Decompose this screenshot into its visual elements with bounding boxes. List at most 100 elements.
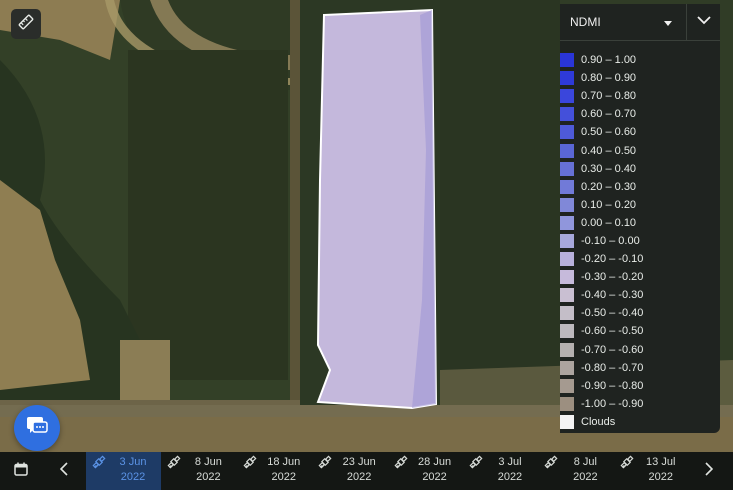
date-year: 2022 (120, 471, 146, 483)
legend-label: -0.10 – 0.00 (581, 234, 640, 247)
legend-swatch (560, 71, 574, 86)
legend-swatch (560, 215, 574, 230)
timeline-date-2[interactable]: 18 Jun 2022 (237, 452, 312, 490)
date-year: 2022 (196, 471, 221, 483)
legend-label: 0.40 – 0.50 (581, 144, 637, 157)
legend-swatch (560, 179, 574, 194)
date-timeline: 3 Jun 2022 8 Jun 2022 18 Jun 2022 23 Jun 2022 28… (0, 452, 733, 490)
legend-label: 0.10 – 0.20 (581, 198, 637, 211)
legend-swatch (560, 288, 574, 303)
legend-swatch (560, 414, 574, 429)
date-day-month: 8 Jul (573, 456, 597, 468)
legend-row: 0.00 – 0.10 (560, 214, 720, 232)
date-day-month: 3 Jul (498, 456, 522, 468)
date-day-month: 23 Jun (342, 456, 376, 468)
legend-label: 0.00 – 0.10 (581, 216, 637, 229)
legend-row: -0.40 – -0.30 (560, 286, 720, 304)
legend-collapse-button[interactable] (686, 4, 720, 40)
legend-label: -0.50 – -0.40 (581, 307, 644, 320)
date-day-month: 13 Jul (646, 456, 676, 468)
timeline-date-label: 3 Jun 2022 (108, 455, 158, 485)
legend-row: -1.00 – -0.90 (560, 395, 720, 413)
legend-label: -0.40 – -0.30 (581, 289, 644, 302)
timeline-prev-button[interactable] (42, 452, 86, 490)
legend-row: 0.20 – 0.30 (560, 178, 720, 196)
timeline-date-label: 3 Jul 2022 (485, 455, 535, 485)
satellite-icon (318, 455, 332, 472)
chevron-down-icon (696, 16, 711, 28)
date-year: 2022 (422, 471, 447, 483)
date-day-month: 18 Jun (267, 456, 301, 468)
caret-down-icon (664, 15, 672, 29)
index-select[interactable]: NDMI (560, 4, 686, 40)
satellite-icon (167, 455, 181, 472)
legend-swatch (560, 161, 574, 176)
index-legend-panel: NDMI 0.90 – 1.00 0.80 – 0.90 0.70 – 0.80 0.… (560, 4, 720, 433)
timeline-dates: 3 Jun 2022 8 Jun 2022 18 Jun 2022 23 Jun 2022 28… (86, 452, 689, 490)
legend-label: -1.00 – -0.90 (581, 397, 644, 410)
legend-row: -0.10 – 0.00 (560, 232, 720, 250)
timeline-date-5[interactable]: 3 Jul 2022 (463, 452, 538, 490)
legend-label: -0.60 – -0.50 (581, 325, 644, 338)
date-year: 2022 (346, 471, 372, 483)
legend-label: 0.20 – 0.30 (581, 180, 637, 193)
satellite-icon (544, 455, 558, 472)
legend-row: 0.60 – 0.70 (560, 105, 720, 123)
date-day-month: 3 Jun (119, 456, 147, 468)
legend-swatch (560, 233, 574, 248)
timeline-date-label: 13 Jul 2022 (636, 455, 686, 485)
legend-label: -0.30 – -0.20 (581, 271, 644, 284)
legend-label: 0.90 – 1.00 (581, 54, 637, 67)
legend-label: -0.20 – -0.10 (581, 253, 644, 266)
ruler-button[interactable] (11, 9, 41, 39)
legend-row: 0.10 – 0.20 (560, 196, 720, 214)
legend-row: 0.50 – 0.60 (560, 123, 720, 141)
legend-label: 0.80 – 0.90 (581, 72, 637, 85)
legend-row: -0.30 – -0.20 (560, 268, 720, 286)
legend-label: 0.60 – 0.70 (581, 108, 637, 121)
legend-swatch (560, 270, 574, 285)
timeline-date-label: 23 Jun 2022 (334, 455, 384, 485)
chevron-left-icon (59, 461, 68, 481)
date-day-month: 8 Jun (194, 456, 222, 468)
timeline-date-6[interactable]: 8 Jul 2022 (538, 452, 613, 490)
timeline-date-1[interactable]: 8 Jun 2022 (161, 452, 236, 490)
legend-swatch (560, 396, 574, 411)
satellite-icon (394, 455, 408, 472)
legend-row: 0.90 – 1.00 (560, 51, 720, 69)
legend-swatch (560, 324, 574, 339)
chat-icon (26, 416, 48, 441)
legend-label: -0.90 – -0.80 (581, 379, 644, 392)
legend-label: 0.30 – 0.40 (581, 162, 637, 175)
legend-label: -0.70 – -0.60 (581, 343, 644, 356)
chat-button[interactable] (14, 405, 60, 451)
date-year: 2022 (573, 471, 598, 483)
legend-row: -0.60 – -0.50 (560, 322, 720, 340)
legend-row: 0.70 – 0.80 (560, 87, 720, 105)
legend-row: -0.20 – -0.10 (560, 250, 720, 268)
timeline-next-button[interactable] (689, 452, 729, 490)
legend-swatch (560, 197, 574, 212)
legend-swatch (560, 89, 574, 104)
legend-swatch (560, 143, 574, 158)
legend-row: -0.80 – -0.70 (560, 359, 720, 377)
timeline-date-3[interactable]: 23 Jun 2022 (312, 452, 387, 490)
legend-row: -0.90 – -0.80 (560, 377, 720, 395)
legend-row: -0.50 – -0.40 (560, 304, 720, 322)
timeline-date-label: 28 Jun 2022 (410, 455, 460, 485)
timeline-date-0[interactable]: 3 Jun 2022 (86, 452, 162, 490)
legend-swatch (560, 125, 574, 140)
legend-row: Clouds (560, 413, 720, 431)
legend-header: NDMI (560, 4, 720, 41)
satellite-icon (92, 455, 106, 472)
calendar-button[interactable] (0, 452, 42, 490)
satellite-icon (243, 455, 257, 472)
chevron-right-icon (705, 461, 714, 481)
legend-label: Clouds (581, 415, 616, 428)
legend-label: 0.50 – 0.60 (581, 126, 637, 139)
legend-swatch (560, 107, 574, 122)
timeline-date-4[interactable]: 28 Jun 2022 (388, 452, 463, 490)
legend-list: 0.90 – 1.00 0.80 – 0.90 0.70 – 0.80 0.60 – … (560, 41, 720, 433)
timeline-date-7[interactable]: 13 Jul 2022 (614, 452, 689, 490)
timeline-date-label: 18 Jun 2022 (259, 455, 309, 485)
